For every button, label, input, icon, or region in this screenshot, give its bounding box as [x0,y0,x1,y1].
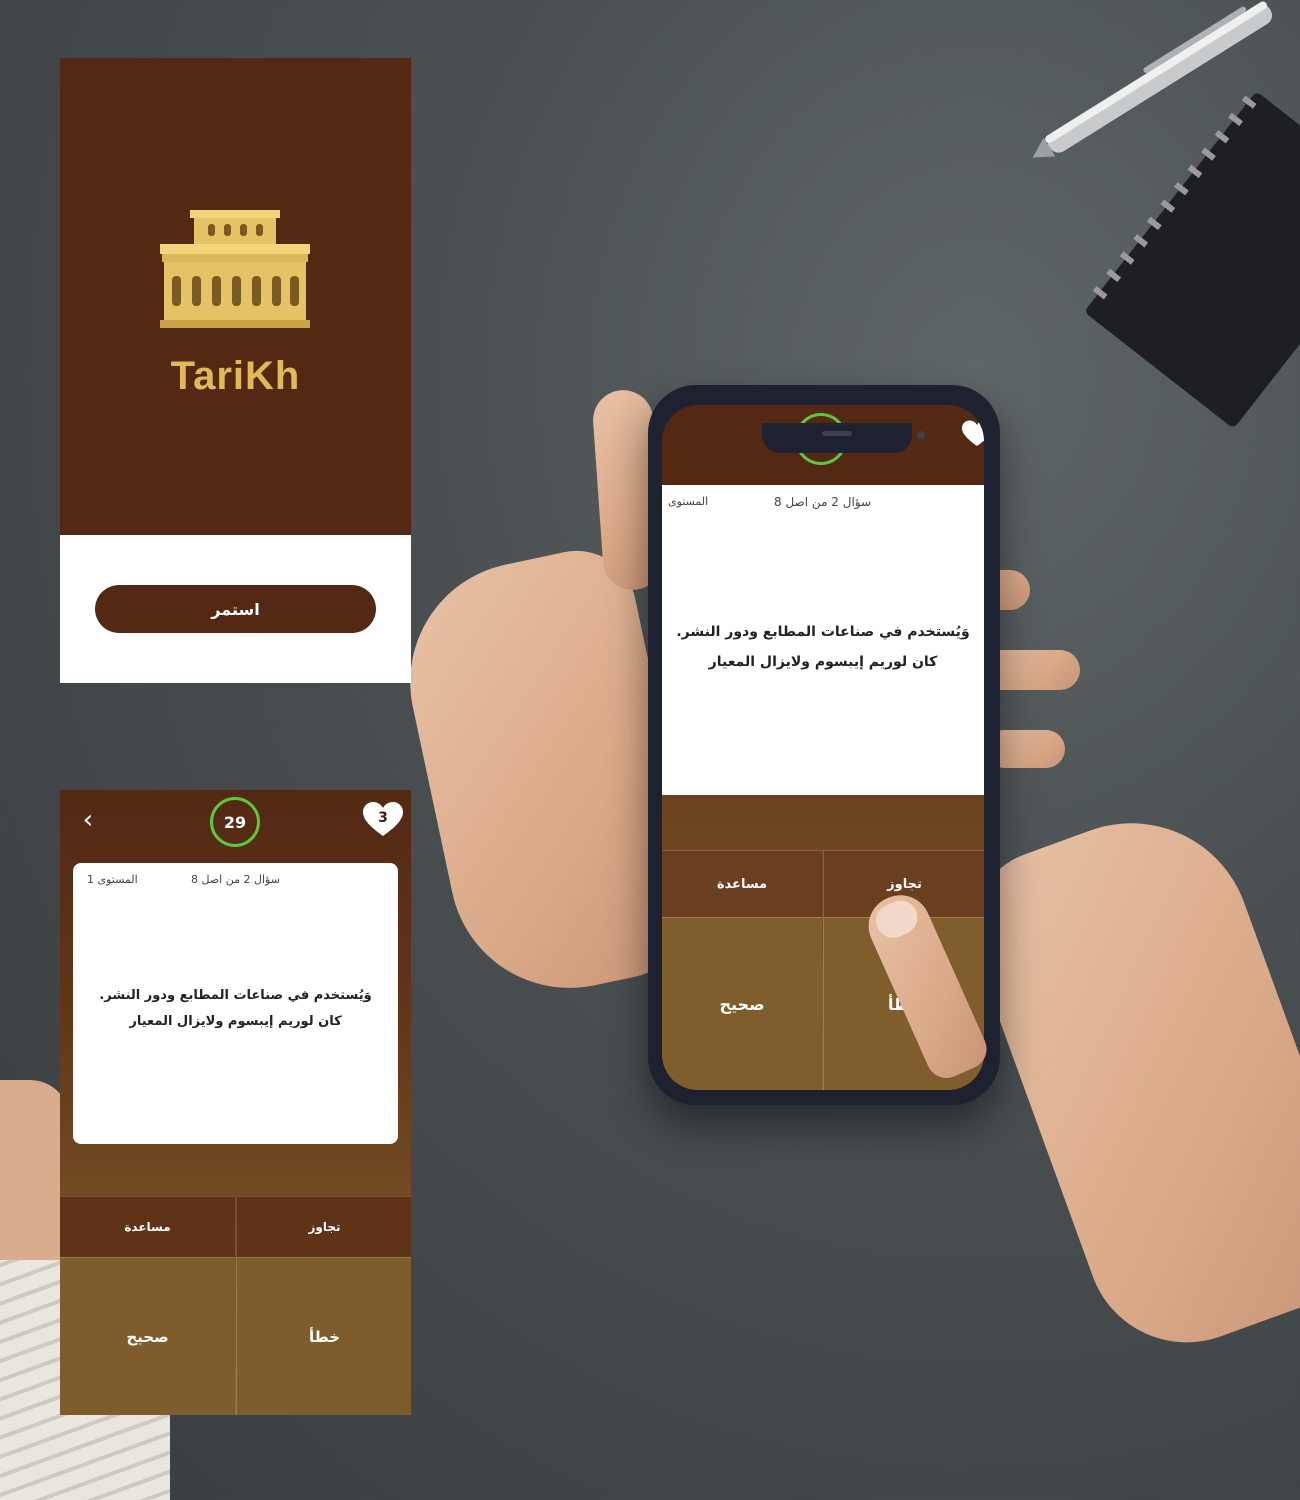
continue-button[interactable]: استمر [95,585,376,633]
lives-count: 3 [378,810,388,826]
question-text: وَيُستخدم في صناعات المطابع ودور النشر. … [99,988,372,1029]
skip-button[interactable]: تجاوز [236,1196,411,1257]
camera-icon [917,431,925,439]
correct-button[interactable]: صحيح [60,1257,235,1415]
lives-heart: 3 [363,802,403,838]
question-text: وَيُستخدم في صناعات المطابع ودور النشر. … [676,624,970,670]
question-screen: ‹ 29 3 المستوى 1 سؤال 2 من اصل 8 وَيُستخ… [60,790,411,1415]
question-counter: سؤال 2 من اصل 8 [191,873,280,886]
correct-button[interactable]: صحيح [662,917,822,1090]
level-label: المستوى [668,495,709,508]
right-hand-image [949,789,1300,1371]
level-label: المستوى 1 [87,873,138,886]
splash-screen: TariKh استمر [60,58,411,683]
question-header: ‹ 29 3 [60,790,411,850]
splash-header: TariKh [60,58,411,535]
wrong-button[interactable]: خطأ [236,1257,411,1415]
speaker-icon [822,431,852,436]
help-button[interactable]: مساعدة [662,850,822,917]
question-counter: سؤال 2 من اصل 8 [774,495,872,509]
timer-ring: 29 [210,797,260,847]
question-card: المستوى سؤال 2 من اصل 8 وَيُستخدم في صنا… [662,485,984,795]
back-chevron-icon[interactable]: ‹ [76,806,100,834]
phone-notch [762,423,925,453]
brand-title: TariKh [170,354,301,398]
question-card: المستوى 1 سؤال 2 من اصل 8 وَيُستخدم في ص… [73,863,398,1144]
help-button[interactable]: مساعدة [60,1196,235,1257]
palace-building-icon [160,210,310,328]
heart-icon [962,420,984,446]
